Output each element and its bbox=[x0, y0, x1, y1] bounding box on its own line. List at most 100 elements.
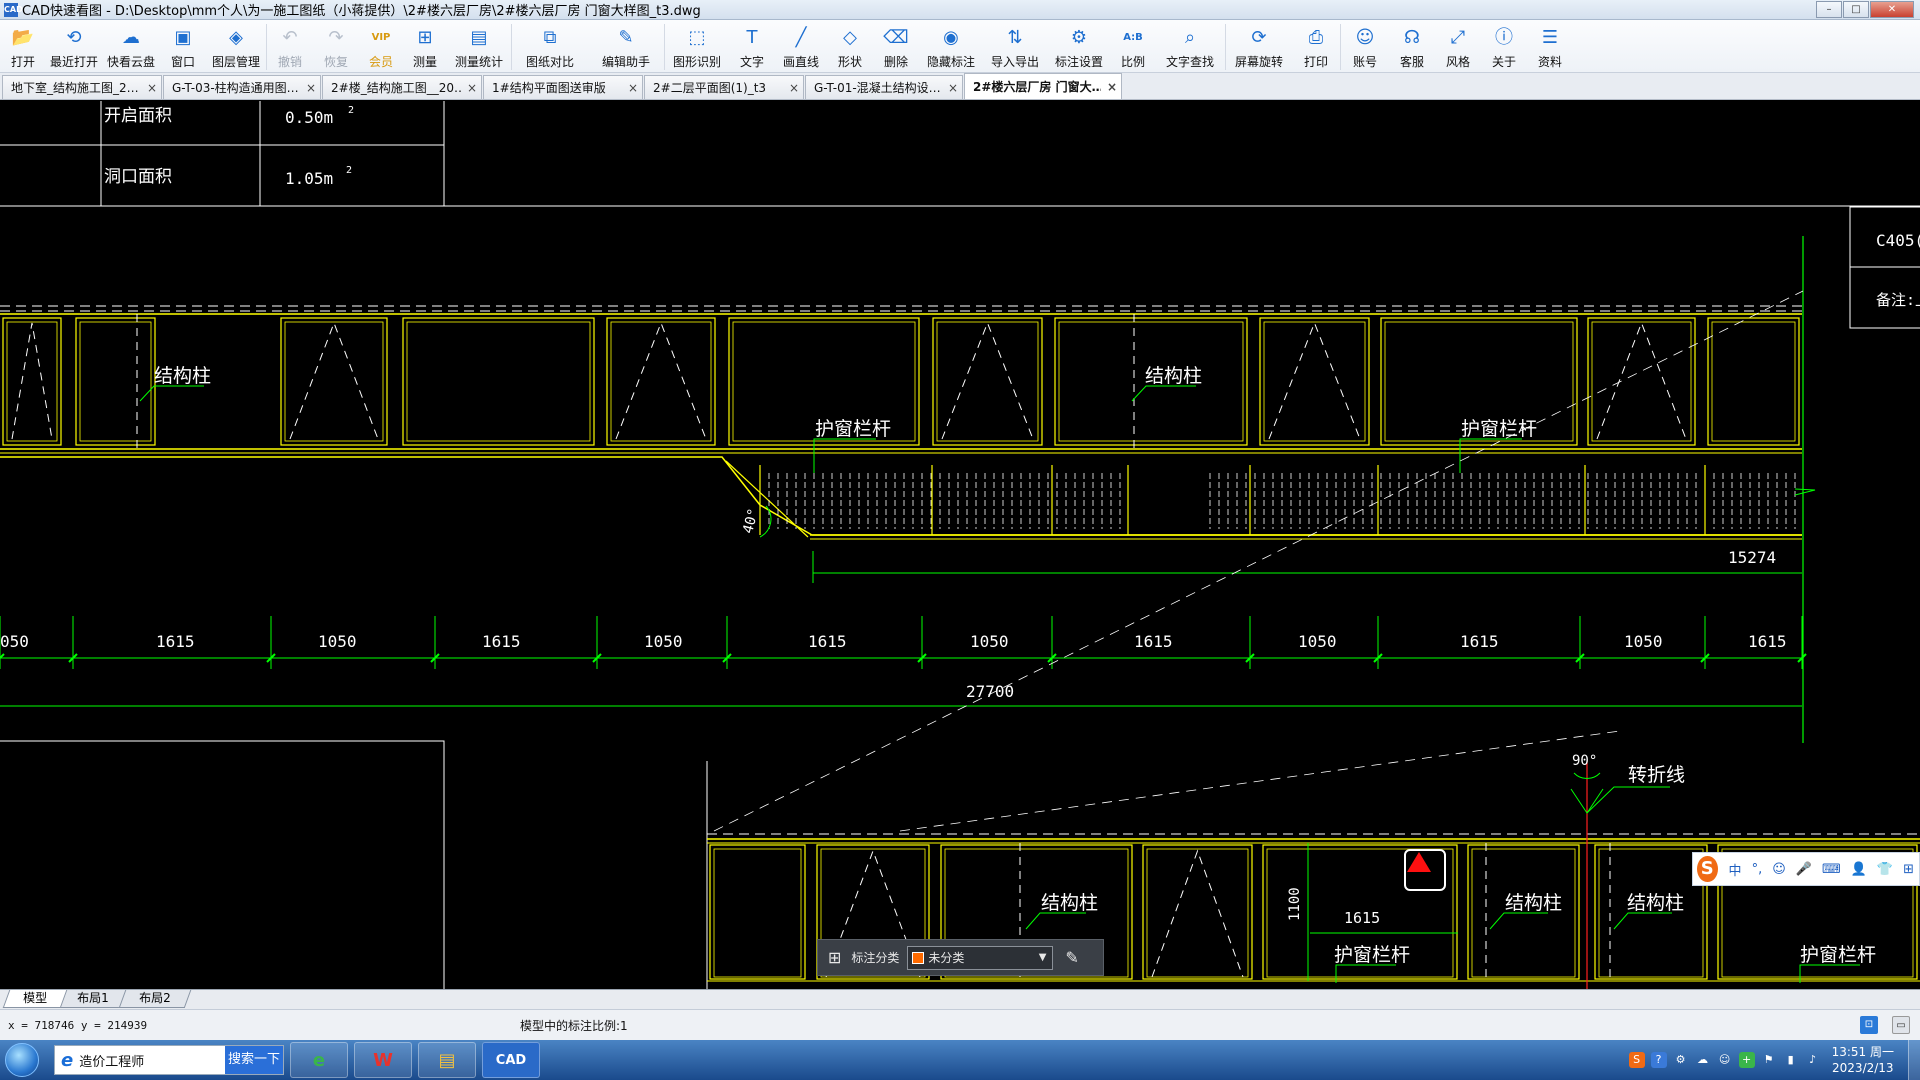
toolbar-button-measure-stats[interactable]: ▤ 测量统计 bbox=[447, 20, 511, 73]
tab-close-icon[interactable]: × bbox=[628, 81, 638, 95]
taskbar-app-wps[interactable]: W bbox=[354, 1042, 412, 1078]
window-panel bbox=[606, 317, 716, 446]
toolbar-button-annotation-settings[interactable]: ⚙ 标注设置 bbox=[1047, 20, 1111, 73]
toolbar-button-edit-helper[interactable]: ✎ 编辑助手 bbox=[588, 20, 664, 73]
toolbar-button-vip[interactable]: VIP 会员 bbox=[359, 20, 403, 73]
document-tab[interactable]: G-T-01-混凝土结构设… × bbox=[805, 75, 963, 99]
taskbar-search-button[interactable]: 搜索一下 bbox=[225, 1046, 283, 1074]
document-tab[interactable]: 2#楼_结构施工图__20… × bbox=[322, 75, 482, 99]
ime-item-icon[interactable]: 👕 bbox=[1877, 862, 1893, 877]
toolbar-button-headset[interactable]: ☊ 客服 bbox=[1389, 20, 1435, 73]
maximize-button[interactable]: □ bbox=[1843, 1, 1869, 18]
window-panel bbox=[402, 317, 595, 446]
tray-icon[interactable]: ☺ bbox=[1717, 1052, 1733, 1068]
window-panel-inner bbox=[1711, 321, 1796, 442]
grid-icon[interactable]: ⊞ bbox=[828, 948, 841, 967]
toolbar-button-redo[interactable]: ↷ 恢复 bbox=[313, 20, 359, 73]
ime-item-icon[interactable]: ⊞ bbox=[1903, 862, 1914, 877]
toolbar-button-import-export[interactable]: ⇅ 导入导出 bbox=[983, 20, 1047, 73]
ime-item-icon[interactable]: 中 bbox=[1729, 860, 1742, 879]
close-button[interactable]: ✕ bbox=[1870, 1, 1914, 18]
clock[interactable]: 13:51 周一 2023/2/13 bbox=[1832, 1044, 1894, 1076]
edit-icon[interactable]: ✎ bbox=[1065, 948, 1078, 967]
document-tab[interactable]: 1#结构平面图送审版 × bbox=[483, 75, 643, 99]
toolbar-button-rotate[interactable]: ⟳ 屏幕旋转 bbox=[1226, 20, 1292, 73]
text-search-icon: ⌕ bbox=[1184, 27, 1196, 48]
toolbar-button-cloud[interactable]: ☁ 快看云盘 bbox=[102, 20, 160, 73]
tray-icon[interactable]: ⚑ bbox=[1761, 1052, 1777, 1068]
ime-item-icon[interactable]: ☺ bbox=[1772, 862, 1786, 877]
toolbar-button-layers[interactable]: ◈ 图层管理 bbox=[206, 20, 266, 73]
toolbar-button-user[interactable]: ☺ 账号 bbox=[1341, 20, 1389, 73]
toolbar-button-printer[interactable]: ⎙ 打印 bbox=[1292, 20, 1340, 73]
toolbar-button-undo[interactable]: ↶ 撤销 bbox=[267, 20, 313, 73]
document-tab[interactable]: 2#二层平面图(1)_t3 × bbox=[644, 75, 804, 99]
toolbar-button-text[interactable]: T 文字 bbox=[729, 20, 775, 73]
toolbar-button-text-search[interactable]: ⌕ 文字查找 bbox=[1155, 20, 1225, 73]
toolbar-button-clock[interactable]: ⟲ 最近打开 bbox=[46, 20, 102, 73]
leader-line bbox=[813, 438, 876, 473]
toolbar-button-ruler[interactable]: ⊞ 测量 bbox=[403, 20, 447, 73]
dim-row-label: 1615 bbox=[1134, 632, 1173, 651]
start-button[interactable] bbox=[0, 1040, 44, 1080]
tab-close-icon[interactable]: × bbox=[306, 81, 316, 95]
toolbar-button-eye-hidden[interactable]: ◉ 隐藏标注 bbox=[919, 20, 983, 73]
toolbar-button-shape-recognize[interactable]: ⬚ 图形识别 bbox=[665, 20, 729, 73]
network-icon[interactable]: ▮ bbox=[1783, 1052, 1799, 1068]
taskbar-app-cad[interactable]: CAD bbox=[482, 1042, 540, 1078]
warning-button[interactable] bbox=[1404, 849, 1446, 891]
document-tab[interactable]: G-T-03-柱构造通用图… × bbox=[163, 75, 321, 99]
ime-item-icon[interactable]: ⌨ bbox=[1822, 862, 1841, 877]
label-railing: 护窗栏杆 bbox=[1800, 944, 1876, 966]
ime-item-icon[interactable]: 🎤 bbox=[1796, 862, 1812, 877]
tray-icon[interactable]: ⚙ bbox=[1673, 1052, 1689, 1068]
main-toolbar: 📂 打开 ⟲ 最近打开 ☁ 快看云盘 ▣ 窗口 ◈ 图层管理 ↶ 撤销 ↷ 恢复 VIP 会员 ⊞ 测量 ▤ 测量统计… bbox=[0, 20, 1920, 73]
tab-close-icon[interactable]: × bbox=[789, 81, 799, 95]
show-desktop-button[interactable] bbox=[1908, 1040, 1920, 1080]
annotation-category-select[interactable]: 未分类 ▼ bbox=[907, 945, 1054, 970]
screen-mode-icon[interactable]: ⊡ bbox=[1860, 1016, 1878, 1034]
volume-icon[interactable]: ♪ bbox=[1805, 1052, 1821, 1068]
tray-icon[interactable]: ☁ bbox=[1695, 1052, 1711, 1068]
toolbar-button-style[interactable]: ⤢ 风格 bbox=[1435, 20, 1481, 73]
tab-close-icon[interactable]: × bbox=[1107, 80, 1117, 94]
toolbar-button-info[interactable]: ⓘ 关于 bbox=[1481, 20, 1527, 73]
fullscreen-icon[interactable]: ▭ bbox=[1892, 1016, 1910, 1034]
toolbar-button-window[interactable]: ▣ 窗口 bbox=[160, 20, 206, 73]
toolbar-label: 会员 bbox=[368, 55, 393, 69]
window-title: CAD快速看图 - D:\Desktop\mm个人\为一施工图纸（小蒋提供）\2… bbox=[22, 4, 701, 19]
railing-bars bbox=[759, 465, 1796, 535]
document-tab[interactable]: 地下室_结构施工图_2… × bbox=[2, 75, 162, 99]
toolbar-button-line[interactable]: ╱ 画直线 bbox=[775, 20, 827, 73]
toolbar-button-scale[interactable]: A:B 比例 bbox=[1111, 20, 1155, 73]
compare-icon: ⧉ bbox=[543, 27, 557, 48]
ime-item-icon[interactable]: 👤 bbox=[1851, 862, 1867, 877]
layout-tab[interactable]: 布局2 bbox=[118, 990, 191, 1008]
toolbar-button-shape[interactable]: ◇ 形状 bbox=[827, 20, 873, 73]
drawing-canvas[interactable]: 开启面积 0.50m 2 洞口面积 1.05m 2 C405( 备注:上悬 bbox=[0, 101, 1920, 989]
toolbar-button-compare[interactable]: ⧉ 图纸对比 bbox=[512, 20, 588, 73]
tab-close-icon[interactable]: × bbox=[948, 81, 958, 95]
tab-close-icon[interactable]: × bbox=[147, 81, 157, 95]
help-tray-icon[interactable]: ? bbox=[1650, 1052, 1667, 1068]
window-panel-inner bbox=[1146, 848, 1249, 978]
opening-indicator bbox=[941, 321, 1034, 440]
taskbar-app-browser[interactable]: e bbox=[290, 1042, 348, 1078]
eraser-icon: ⌫ bbox=[883, 27, 909, 48]
document-tab[interactable]: 2#楼六层厂房 门窗大… × bbox=[964, 73, 1122, 99]
layout-tab[interactable]: 模型 bbox=[2, 990, 68, 1008]
toolbar-button-folder[interactable]: 📂 打开 bbox=[0, 20, 46, 73]
toolbar-button-docs[interactable]: ☰ 资料 bbox=[1527, 20, 1573, 73]
table-label-hole-area: 洞口面积 bbox=[104, 167, 172, 187]
sogou-tray-icon[interactable]: S bbox=[1628, 1052, 1645, 1068]
window-panel bbox=[709, 844, 806, 980]
tab-close-icon[interactable]: × bbox=[467, 81, 477, 95]
toolbar-button-eraser[interactable]: ⌫ 删除 bbox=[873, 20, 919, 73]
taskbar-app-explorer[interactable]: ▤ bbox=[418, 1042, 476, 1078]
tray-icon[interactable]: + bbox=[1738, 1052, 1755, 1068]
layout-tab[interactable]: 布局1 bbox=[56, 990, 129, 1008]
minimize-button[interactable]: – bbox=[1816, 1, 1842, 18]
ime-item-icon[interactable]: °, bbox=[1752, 862, 1763, 877]
ime-toolbar[interactable]: S 中 °, ☺ 🎤 ⌨ 👤 👕 ⊞ bbox=[1692, 852, 1920, 886]
taskbar-search-input[interactable]: 造价工程师 bbox=[79, 1051, 225, 1070]
